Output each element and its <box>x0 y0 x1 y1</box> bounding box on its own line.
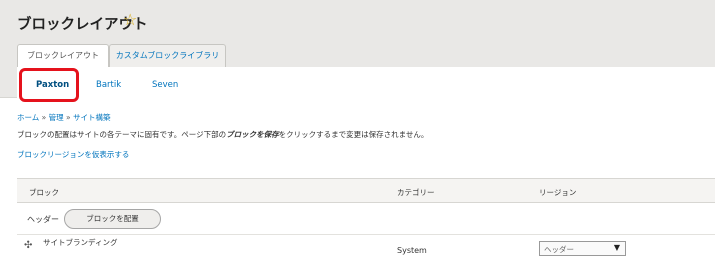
highlight-annotation <box>19 68 79 102</box>
breadcrumb: ホーム » 管理 » サイト構築 <box>17 112 111 123</box>
breadcrumb-separator: » <box>66 113 71 122</box>
region-row-header: ヘッダー ブロックを配置 <box>17 203 715 235</box>
star-icon[interactable]: ☆ <box>123 12 137 28</box>
tab-bartik[interactable]: Bartik <box>96 80 121 90</box>
breadcrumb-home[interactable]: ホーム <box>17 113 39 122</box>
tab-block-layout[interactable]: ブロックレイアウト <box>17 44 109 67</box>
region-title: ヘッダー <box>27 215 59 224</box>
block-name: サイトブランディング <box>43 238 118 247</box>
region-select[interactable]: ヘッダー ▼ <box>539 241 626 256</box>
breadcrumb-separator: » <box>41 113 47 122</box>
region-select-value: ヘッダー <box>544 245 574 254</box>
demo-regions-link[interactable]: ブロックリージョンを仮表示する <box>17 149 129 160</box>
tab-seven[interactable]: Seven <box>152 80 178 90</box>
breadcrumb-admin[interactable]: 管理 <box>49 113 64 122</box>
description-text: ブロックの配置はサイトの各テーマに固有です。ページ下部のブロックを保存をクリック… <box>17 129 428 140</box>
description-after: をクリックするまで変更は保存されません。 <box>278 130 429 139</box>
table-header: ブロック カテゴリー リージョン <box>17 178 715 203</box>
chevron-down-icon: ▼ <box>613 243 620 252</box>
description-emphasis: ブロックを保存 <box>226 130 279 139</box>
theme-tabs: Paxton Bartik Seven <box>17 67 715 98</box>
place-block-button[interactable]: ブロックを配置 <box>64 209 161 229</box>
tab-custom-block-library[interactable]: カスタムブロックライブラリ <box>109 44 226 67</box>
breadcrumb-structure[interactable]: サイト構築 <box>73 113 111 122</box>
block-category: System <box>397 246 427 255</box>
drag-handle-icon[interactable]: ✣ <box>24 241 32 251</box>
column-header-category: カテゴリー <box>397 188 435 197</box>
column-header-region: リージョン <box>539 188 577 197</box>
description-before: ブロックの配置はサイトの各テーマに固有です。ページ下部の <box>17 130 227 139</box>
column-header-block: ブロック <box>29 188 59 197</box>
table-row: ✣ サイトブランディング System ヘッダー ▼ <box>17 235 715 258</box>
